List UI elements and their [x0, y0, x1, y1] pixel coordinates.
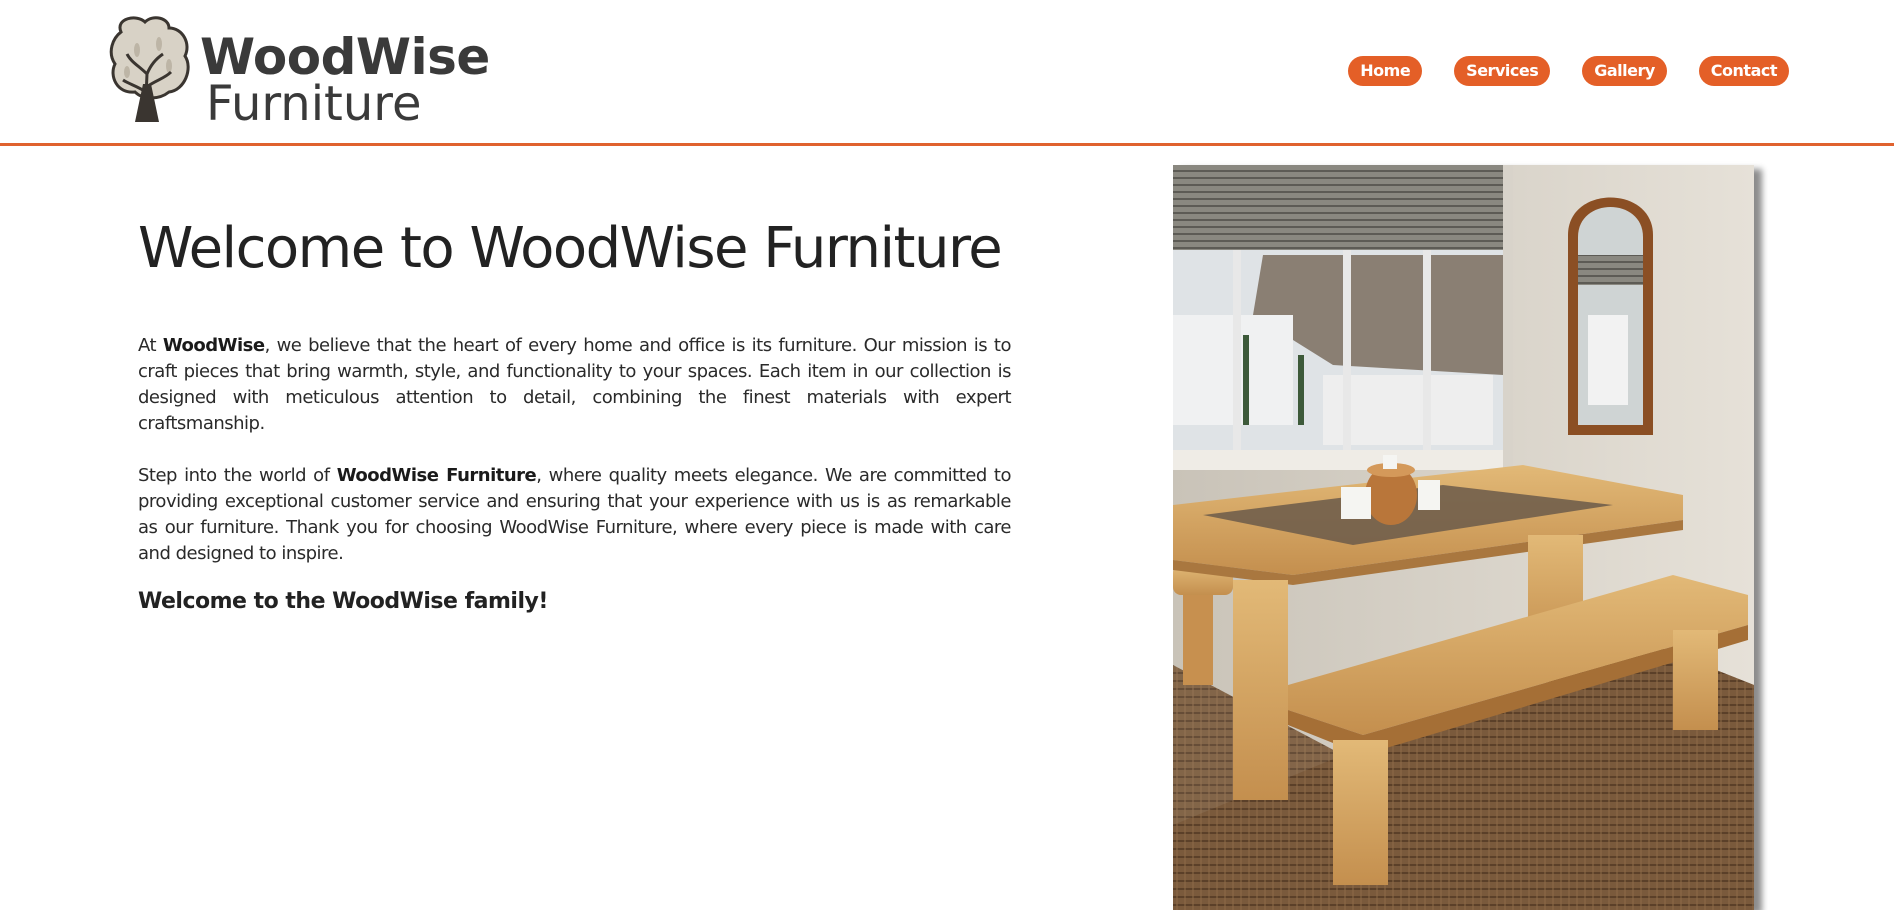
commitment-paragraph: Step into the world of WoodWise Furnitur…	[138, 463, 1012, 567]
nav-gallery-link[interactable]: Gallery	[1582, 56, 1667, 86]
site-header: WoodWise Furniture Home Services Gallery…	[0, 0, 1894, 146]
welcome-section: Welcome to WoodWise Furniture At WoodWis…	[138, 216, 1012, 614]
brand-name-top: WoodWise	[200, 28, 490, 86]
brand-name-bottom: Furniture	[206, 76, 422, 132]
intro-brand-bold: WoodWise	[162, 335, 265, 356]
closing-line: Welcome to the WoodWise family!	[138, 589, 548, 614]
furniture-photo	[1173, 165, 1754, 910]
intro-lead: At	[138, 335, 163, 356]
intro-rest: , we believe that the heart of every hom…	[138, 335, 1012, 434]
nav-contact-link[interactable]: Contact	[1698, 56, 1789, 86]
page-title: Welcome to WoodWise Furniture	[138, 216, 1003, 281]
nav-home-link[interactable]: Home	[1348, 56, 1423, 86]
main-nav: Home Services Gallery Contact	[1348, 56, 1789, 86]
brand-name[interactable]: WoodWise Furniture	[200, 32, 490, 128]
commitment-brand-bold: WoodWise Furniture	[336, 465, 537, 486]
commitment-lead: Step into the world of	[138, 465, 337, 486]
intro-paragraph: At WoodWise, we believe that the heart o…	[138, 333, 1012, 437]
tree-icon[interactable]	[107, 14, 195, 124]
nav-services-link[interactable]: Services	[1454, 56, 1551, 86]
